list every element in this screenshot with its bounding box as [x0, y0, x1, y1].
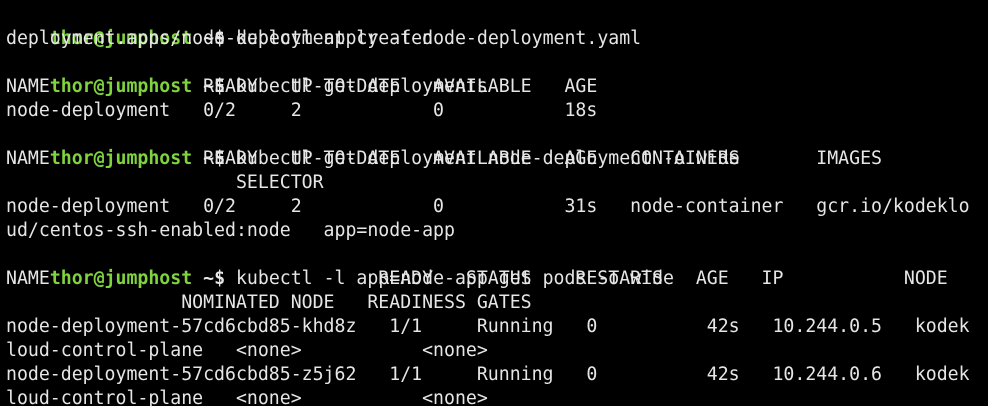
table-row-wrapped: loud-control-plane <none> <none>: [6, 340, 488, 361]
command-line: thor@jumphost ~$ kubectl apply -f node-d…: [6, 3, 988, 49]
terminal-window[interactable]: thor@jumphost ~$ kubectl apply -f node-d…: [0, 0, 988, 406]
table-header-wrapped: SELECTOR: [6, 172, 324, 193]
command-line: thor@jumphost ~$ kubectl get deployments: [6, 51, 988, 97]
command-line: thor@jumphost ~$ kubectl get deployment …: [6, 123, 988, 169]
table-row-wrapped: ud/centos-ssh-enabled:node app=node-app: [6, 220, 455, 241]
table-header-wrapped: NOMINATED NODE READINESS GATES: [6, 292, 532, 313]
table-header: NAME READY UP-TO-DATE AVAILABLE AGE CONT…: [6, 148, 882, 169]
command-line: thor@jumphost ~$ kubectl -l app=node-app…: [6, 243, 988, 289]
table-row: node-deployment 0/2 2 0 31s node-contain…: [6, 196, 970, 217]
table-row: node-deployment-57cd6cbd85-z5j62 1/1 Run…: [6, 364, 970, 385]
table-row-wrapped: loud-control-plane <none> <none>: [6, 388, 488, 406]
table-row: node-deployment-57cd6cbd85-khd8z 1/1 Run…: [6, 316, 970, 337]
table-header: NAME READY UP-TO-DATE AVAILABLE AGE: [6, 76, 598, 97]
table-header: NAME READY STATUS RESTARTS AGE IP NODE: [6, 268, 948, 289]
table-row: node-deployment 0/2 2 0 18s: [6, 100, 598, 121]
